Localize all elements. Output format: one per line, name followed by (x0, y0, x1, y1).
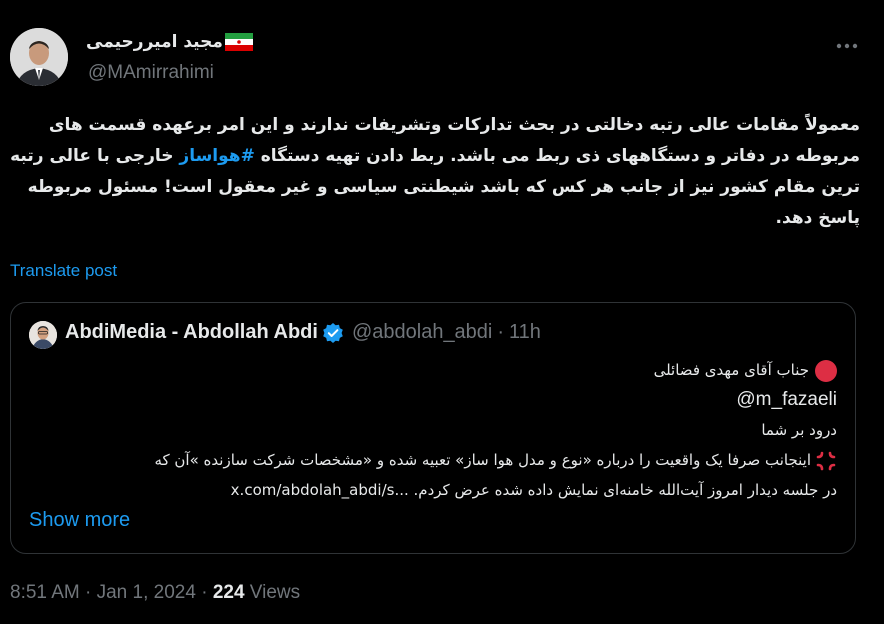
quoted-tweet-card[interactable]: AbdiMedia - Abdollah Abdi @abdolah_abdi … (10, 302, 856, 554)
avatar-photo (10, 28, 68, 86)
meta-separator-2: · (201, 582, 208, 603)
quoted-timestamp[interactable]: 11h (509, 321, 541, 344)
tweet-text: معمولاً مقامات عالی رتبه دخالتی در بحث ت… (6, 110, 860, 234)
translate-post-link[interactable]: Translate post (10, 261, 117, 281)
quoted-author-name[interactable]: AbdiMedia - Abdollah Abdi (65, 321, 318, 344)
quoted-line-4-text: اینجانب صرفا یک واقعیت را درباره «نوع و … (154, 451, 811, 469)
author-avatar[interactable] (10, 28, 68, 86)
quoted-line-1: جناب آقای مهدی فضائلی (37, 355, 837, 385)
author-handle[interactable]: @MAmirrahimi (88, 62, 214, 84)
more-options-button[interactable] (836, 30, 858, 54)
author-name[interactable]: مجید امیررحیمی (86, 32, 223, 52)
views-count: 224 (212, 582, 245, 603)
quoted-line-5: در جلسه دیدار امروز آیت‌الله خامنه‌ای نم… (230, 481, 837, 499)
quoted-author-handle[interactable]: @abdolah_abdi (352, 321, 492, 344)
views-label: Views (249, 582, 301, 603)
more-horizontal-icon (836, 43, 858, 49)
post-date[interactable]: Jan 1, 2024 (97, 582, 196, 603)
quoted-separator: · (497, 321, 505, 343)
post-time[interactable]: 8:51 AM (10, 582, 80, 603)
show-more-link[interactable]: Show more (29, 509, 130, 532)
mention-link[interactable]: @m_fazaeli (736, 385, 837, 415)
meta-separator-1: · (85, 582, 92, 603)
red-circle-icon (815, 359, 837, 382)
quoted-text: جناب آقای مهدی فضائلی @m_fazaeli درود بر… (37, 355, 837, 505)
quoted-author-avatar (29, 321, 57, 349)
hashtag-link[interactable]: #هواساز (179, 146, 254, 166)
quoted-header: AbdiMedia - Abdollah Abdi @abdolah_abdi … (65, 321, 541, 344)
iran-flag-icon (224, 33, 253, 51)
author-name-row[interactable]: مجید امیررحیمی (86, 32, 259, 52)
quoted-avatar-photo (29, 321, 57, 349)
quoted-line-3: درود بر شما (761, 421, 837, 439)
tweet-meta: 8:51 AM · Jan 1, 2024 · 224 Views (10, 582, 300, 604)
quoted-line-2: @m_fazaeli (37, 385, 837, 415)
quoted-line-4: اینجانب صرفا یک واقعیت را درباره «نوع و … (37, 445, 837, 475)
anger-symbol-icon (816, 451, 836, 470)
quoted-line-1-text: جناب آقای مهدی فضائلی (653, 361, 809, 379)
verified-badge-icon (323, 322, 343, 343)
